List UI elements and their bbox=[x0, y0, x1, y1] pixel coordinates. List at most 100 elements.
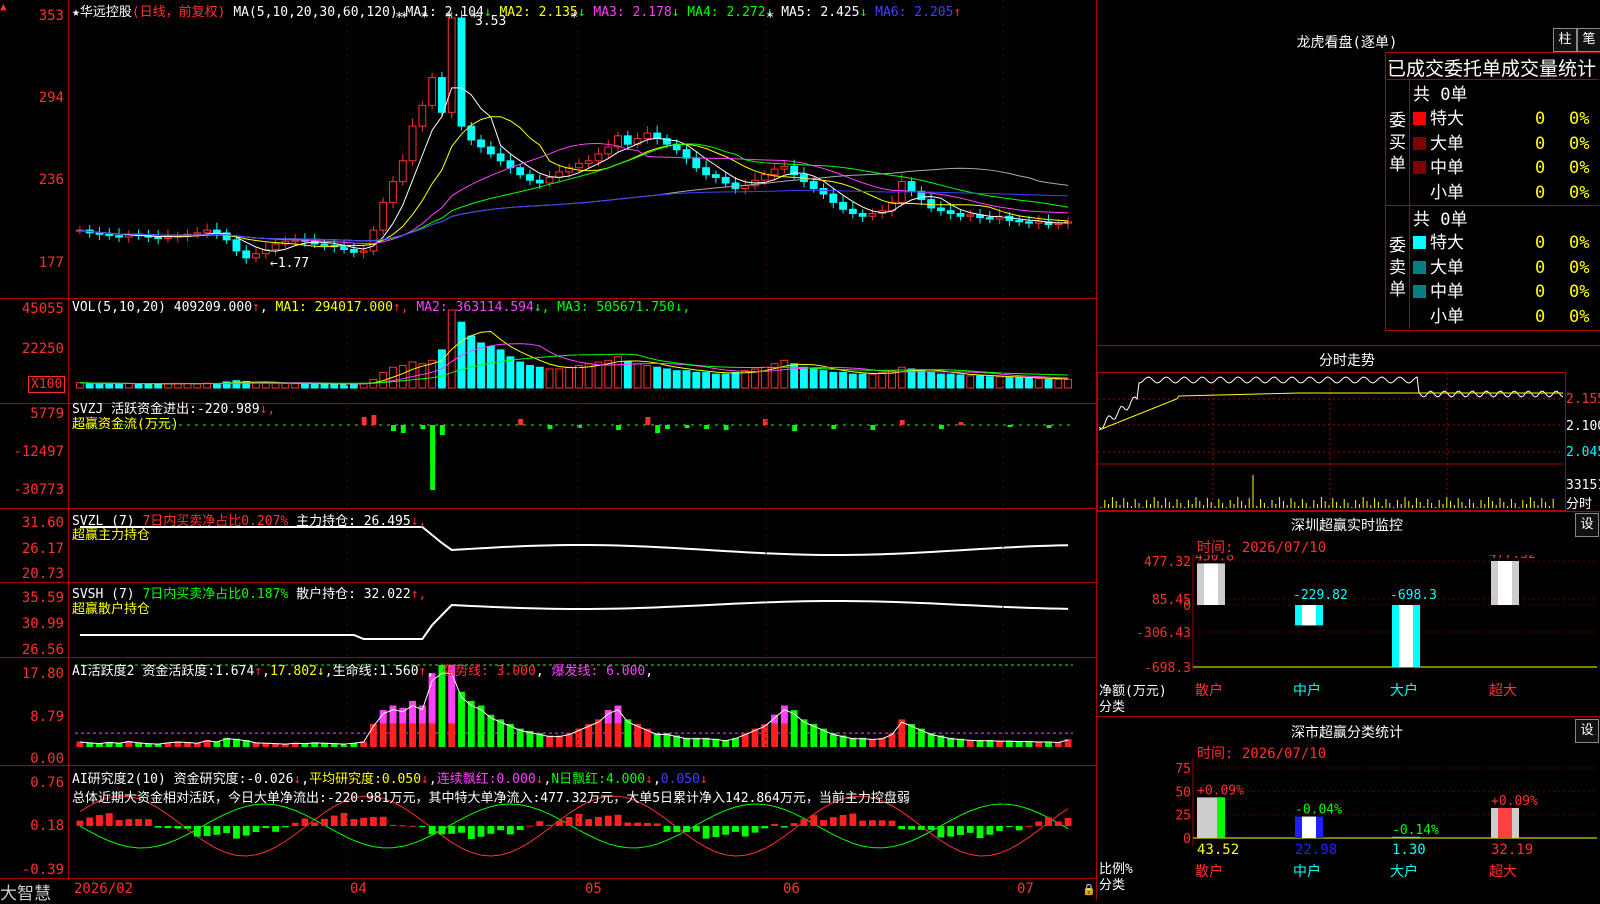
signal-star: * bbox=[570, 10, 578, 26]
svzj-ytick: -30773 bbox=[13, 482, 64, 498]
monitor-ytick: -698.3 bbox=[1144, 661, 1191, 676]
research-bar bbox=[467, 826, 475, 839]
monitor-cat-label: 分类 bbox=[1099, 700, 1126, 715]
candle bbox=[193, 227, 202, 239]
candle-body bbox=[985, 217, 994, 220]
candle bbox=[780, 160, 789, 174]
research-bar bbox=[585, 819, 593, 826]
research-bar bbox=[399, 825, 407, 827]
tick-mode-button[interactable]: 笔 bbox=[1577, 28, 1600, 52]
volume-bar bbox=[966, 375, 975, 389]
candle bbox=[800, 167, 808, 188]
classify-bar-accent bbox=[1217, 797, 1225, 838]
research-bar bbox=[330, 815, 338, 826]
volume-bar bbox=[408, 361, 417, 389]
monitor-bar-value: 450.8 bbox=[1195, 555, 1234, 564]
volume-bar bbox=[271, 382, 280, 389]
candle bbox=[888, 195, 896, 217]
research-bar bbox=[184, 826, 191, 829]
candle bbox=[408, 118, 417, 166]
candle-body bbox=[232, 239, 241, 252]
research-bar bbox=[428, 826, 436, 835]
volume-bar bbox=[643, 364, 652, 389]
legend-swatch bbox=[1413, 186, 1426, 199]
research-bar bbox=[154, 826, 162, 828]
classify-settings-button[interactable]: 设 bbox=[1575, 719, 1599, 743]
candle-body bbox=[692, 157, 701, 169]
volume-bar bbox=[995, 376, 1004, 389]
research-bar bbox=[233, 826, 240, 839]
research-bar bbox=[223, 826, 231, 833]
research-bar bbox=[575, 813, 583, 826]
low-mark: ←1.77 bbox=[270, 256, 310, 271]
candle bbox=[584, 154, 593, 169]
ai-active-burst bbox=[614, 705, 622, 724]
volume-bar bbox=[976, 375, 984, 389]
candle-body bbox=[457, 17, 466, 127]
monitor-settings-button[interactable]: 设 bbox=[1575, 513, 1599, 537]
candle bbox=[477, 135, 485, 153]
dragon-tiger-title: 龙虎看盘(逐单) bbox=[1296, 35, 1398, 51]
research-bar bbox=[526, 825, 534, 827]
research-bar bbox=[1064, 818, 1072, 826]
volume-bar bbox=[1034, 377, 1043, 389]
monitor-bar-shine bbox=[1399, 605, 1413, 667]
volume-bar bbox=[232, 380, 241, 389]
price-chart[interactable]: ** * * * * * bbox=[0, 0, 1097, 900]
volume-bar bbox=[496, 349, 505, 389]
ai-active-bar bbox=[458, 691, 465, 747]
intraday-ytick: 2.100 bbox=[1566, 419, 1600, 434]
intraday-chart[interactable] bbox=[1097, 372, 1600, 509]
candle bbox=[721, 172, 730, 188]
candle-body bbox=[398, 160, 407, 183]
candle bbox=[956, 209, 965, 221]
candle-body bbox=[1015, 219, 1024, 223]
volume-bar bbox=[212, 382, 221, 389]
vol-unit-badge[interactable]: X100 bbox=[28, 376, 66, 393]
research-bar bbox=[614, 814, 622, 826]
svzj-bar bbox=[792, 425, 798, 431]
svzj-bar bbox=[430, 425, 436, 490]
candle bbox=[604, 139, 613, 159]
volume-bar bbox=[633, 363, 642, 389]
research-bar bbox=[780, 826, 788, 828]
candle bbox=[614, 131, 622, 152]
research-bar bbox=[663, 826, 671, 832]
ai-active-ytick: 0.00 bbox=[30, 751, 64, 767]
research-bar bbox=[800, 818, 808, 826]
research-bar bbox=[96, 815, 103, 826]
buy-row: 小单 0 0% bbox=[1413, 178, 1589, 203]
candle bbox=[829, 188, 838, 209]
research-bar bbox=[908, 826, 915, 830]
candle-body bbox=[545, 176, 554, 184]
candle bbox=[398, 154, 407, 186]
candle-body bbox=[721, 176, 730, 184]
candle bbox=[751, 172, 759, 190]
candle bbox=[457, 10, 466, 131]
research-bar bbox=[360, 817, 368, 826]
ai-active-bar bbox=[369, 723, 377, 747]
main-chart-area[interactable]: ★华远控股(日线，前复权) MA(5,10,20,30,60,120) MA1:… bbox=[0, 0, 1097, 904]
candle bbox=[692, 151, 701, 172]
research-bar bbox=[242, 826, 250, 836]
research-bar bbox=[497, 826, 505, 831]
research-bar bbox=[213, 826, 221, 835]
research-bar bbox=[761, 826, 769, 829]
monitor-chart[interactable]: 477.3285.450-306.43-698.3450.8散户-229.82中… bbox=[1097, 555, 1600, 715]
x-tick: 04 bbox=[350, 881, 367, 897]
volume-bar bbox=[301, 383, 309, 389]
candle-body bbox=[203, 229, 212, 234]
sell-row: 小单 0 0% bbox=[1413, 302, 1589, 327]
volume-bar bbox=[486, 345, 495, 389]
candle-body bbox=[496, 153, 505, 162]
svzj-bar bbox=[655, 425, 661, 433]
bar-mode-button[interactable]: 柱 bbox=[1553, 28, 1577, 52]
volume-bar bbox=[848, 373, 857, 389]
research-bar bbox=[272, 826, 280, 832]
research-bar bbox=[379, 816, 387, 826]
volume-bar bbox=[565, 366, 574, 389]
lock-icon[interactable]: 🔒 bbox=[1082, 883, 1096, 896]
svzj-bar bbox=[684, 425, 690, 428]
classify-chart[interactable]: 75 50 25 0 +0.09% 43.52 散户 -0.04% 22.98 中户 -0.14% 1… bbox=[1097, 758, 1600, 900]
candle-body bbox=[164, 236, 172, 239]
